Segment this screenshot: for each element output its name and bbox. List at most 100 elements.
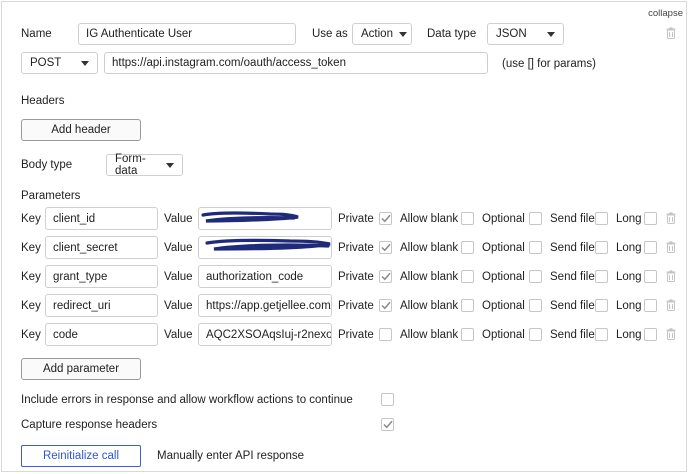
use-as-dropdown[interactable]: Action: [352, 23, 412, 45]
long-checkbox[interactable]: [644, 328, 657, 341]
param-value-input[interactable]: https://app.getjellee.com/: [198, 294, 332, 317]
chevron-down-icon: [81, 60, 89, 66]
optional-label: Optional: [482, 329, 525, 341]
param-value-input[interactable]: [198, 236, 332, 259]
trash-icon[interactable]: [666, 299, 676, 314]
private-label: Private: [338, 271, 374, 283]
param-key-input[interactable]: code: [45, 323, 158, 346]
long-label: Long: [616, 329, 642, 341]
data-type-label: Data type: [427, 28, 477, 40]
param-value-label: Value: [164, 242, 193, 254]
data-type-dropdown[interactable]: JSON: [487, 23, 564, 45]
param-key-label: Key: [21, 300, 41, 312]
manual-response-link[interactable]: Manually enter API response: [157, 450, 304, 462]
trash-icon[interactable]: [666, 270, 676, 285]
chevron-down-icon: [547, 31, 555, 37]
private-checkbox[interactable]: [379, 328, 392, 341]
capture-headers-checkbox[interactable]: [381, 418, 394, 431]
use-as-label: Use as: [312, 28, 348, 40]
param-key-input[interactable]: grant_type: [45, 265, 158, 288]
long-checkbox[interactable]: [644, 241, 657, 254]
param-value-label: Value: [164, 329, 193, 341]
long-checkbox[interactable]: [644, 299, 657, 312]
allow-blank-checkbox[interactable]: [461, 241, 474, 254]
send-file-checkbox[interactable]: [595, 270, 608, 283]
send-file-label: Send file: [550, 329, 595, 341]
trash-icon[interactable]: [666, 328, 676, 343]
add-parameter-button[interactable]: Add parameter: [21, 358, 141, 380]
optional-label: Optional: [482, 242, 525, 254]
url-input[interactable]: https://api.instagram.com/oauth/access_t…: [104, 52, 488, 74]
allow-blank-checkbox[interactable]: [461, 328, 474, 341]
param-value-input[interactable]: [198, 207, 332, 230]
chevron-down-icon: [398, 31, 407, 37]
body-type-label: Body type: [21, 159, 73, 171]
private-checkbox[interactable]: [379, 299, 392, 312]
http-method-dropdown[interactable]: POST: [21, 52, 98, 74]
private-checkbox[interactable]: [379, 270, 392, 283]
long-label: Long: [616, 271, 642, 283]
send-file-label: Send file: [550, 242, 595, 254]
allow-blank-checkbox[interactable]: [461, 299, 474, 312]
param-key-label: Key: [21, 213, 41, 225]
body-type-value: Form-data: [115, 153, 146, 177]
param-key-input[interactable]: client_id: [45, 207, 158, 230]
params-hint: (use [] for params): [502, 58, 596, 70]
trash-icon[interactable]: [666, 241, 676, 256]
allow-blank-label: Allow blank: [400, 271, 459, 283]
param-key-input[interactable]: redirect_uri: [45, 294, 158, 317]
trash-icon[interactable]: [666, 27, 676, 39]
private-label: Private: [338, 242, 374, 254]
private-label: Private: [338, 300, 374, 312]
optional-label: Optional: [482, 300, 525, 312]
param-value-label: Value: [164, 271, 193, 283]
send-file-checkbox[interactable]: [595, 299, 608, 312]
body-type-dropdown[interactable]: Form-data: [106, 153, 183, 177]
param-key-label: Key: [21, 329, 41, 341]
long-label: Long: [616, 213, 642, 225]
param-value-input[interactable]: authorization_code: [198, 265, 332, 288]
use-as-value: Action: [361, 28, 393, 40]
optional-checkbox[interactable]: [529, 241, 542, 254]
long-checkbox[interactable]: [644, 212, 657, 225]
parameters-title: Parameters: [21, 190, 81, 202]
send-file-checkbox[interactable]: [595, 212, 608, 225]
long-checkbox[interactable]: [644, 270, 657, 283]
include-errors-label: Include errors in response and allow wor…: [21, 394, 353, 406]
optional-checkbox[interactable]: [529, 299, 542, 312]
name-label: Name: [21, 28, 52, 40]
long-label: Long: [616, 300, 642, 312]
send-file-label: Send file: [550, 271, 595, 283]
trash-icon[interactable]: [666, 212, 676, 227]
param-key-label: Key: [21, 242, 41, 254]
optional-checkbox[interactable]: [529, 328, 542, 341]
reinitialize-call-button[interactable]: Reinitialize call: [21, 445, 141, 467]
optional-label: Optional: [482, 213, 525, 225]
include-errors-checkbox[interactable]: [381, 393, 394, 406]
param-value-label: Value: [164, 213, 193, 225]
headers-title: Headers: [21, 95, 65, 107]
long-label: Long: [616, 242, 642, 254]
private-checkbox[interactable]: [379, 241, 392, 254]
optional-checkbox[interactable]: [529, 212, 542, 225]
send-file-checkbox[interactable]: [595, 241, 608, 254]
private-checkbox[interactable]: [379, 212, 392, 225]
api-name-input[interactable]: IG Authenticate User: [78, 23, 296, 45]
optional-label: Optional: [482, 271, 525, 283]
allow-blank-label: Allow blank: [400, 300, 459, 312]
allow-blank-checkbox[interactable]: [461, 212, 474, 225]
allow-blank-label: Allow blank: [400, 329, 459, 341]
param-key-label: Key: [21, 271, 41, 283]
add-header-button[interactable]: Add header: [21, 119, 141, 141]
send-file-checkbox[interactable]: [595, 328, 608, 341]
optional-checkbox[interactable]: [529, 270, 542, 283]
capture-headers-label: Capture response headers: [21, 419, 158, 431]
collapse-link[interactable]: collapse: [648, 8, 683, 19]
param-value-input[interactable]: AQC2XSOAqsIuj-r2nexo-p: [198, 323, 332, 346]
param-key-input[interactable]: client_secret: [45, 236, 158, 259]
allow-blank-checkbox[interactable]: [461, 270, 474, 283]
allow-blank-label: Allow blank: [400, 242, 459, 254]
data-type-value: JSON: [496, 28, 527, 40]
send-file-label: Send file: [550, 213, 595, 225]
private-label: Private: [338, 213, 374, 225]
